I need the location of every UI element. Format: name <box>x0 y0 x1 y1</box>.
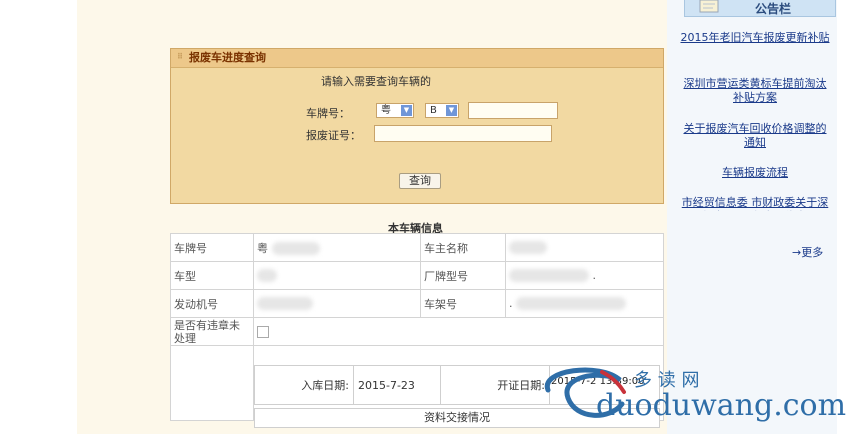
notebook-icon <box>699 0 719 13</box>
query-panel: ⠿ 报废车进度查询 请输入需要查询车辆的 车牌号： 粤 ▼ B ▼ 报废证号： … <box>170 48 664 204</box>
row-value <box>253 289 421 318</box>
row-value: . <box>505 289 664 318</box>
notice-banner: 公告栏 <box>684 0 836 17</box>
query-panel-title: 报废车进度查询 <box>189 51 266 64</box>
chevron-down-icon: ▼ <box>446 105 457 116</box>
table-row: 车型 厂牌型号 . <box>170 261 664 290</box>
news-link-5[interactable]: 市经贸信息委 市财政委关于深圳市2014年老旧汽车 <box>680 196 830 211</box>
row-value <box>253 261 421 290</box>
watermark-text: duoduwang.com <box>596 388 847 423</box>
chevron-down-icon: ▼ <box>401 105 412 116</box>
row-value: 粤 <box>253 233 421 262</box>
grip-icon: ⠿ <box>177 52 184 61</box>
row-label: 厂牌型号 <box>420 261 506 290</box>
query-panel-header: ⠿ 报废车进度查询 <box>171 49 663 68</box>
cert-date-label: 开证日期: <box>440 365 550 405</box>
table-row: 车牌号 粤 车主名称 <box>170 233 664 262</box>
news-link-1[interactable]: 2015年老旧汽车报废更新补贴 <box>680 31 830 45</box>
row-label <box>170 345 254 421</box>
row-value: . <box>505 261 664 290</box>
news-link-2[interactable]: 深圳市营运类黄标车提前淘汰补贴方案 <box>680 77 830 105</box>
row-value <box>505 233 664 262</box>
row-label: 车主名称 <box>420 233 506 262</box>
news-link-4[interactable]: 车辆报废流程 <box>680 166 830 180</box>
certificate-input[interactable] <box>374 125 552 142</box>
more-link[interactable]: →更多 <box>792 244 823 260</box>
table-row: 是否有违章未处理 <box>170 317 664 346</box>
province-select[interactable]: 粤 ▼ <box>376 103 414 118</box>
query-button-label: 查询 <box>409 174 431 187</box>
letter-select[interactable]: B ▼ <box>425 103 459 118</box>
row-label: 发动机号 <box>170 289 254 318</box>
province-value: 粤 <box>381 105 391 116</box>
row-label: 车型 <box>170 261 254 290</box>
violation-checkbox[interactable] <box>257 326 269 338</box>
plate-label: 车牌号： <box>306 107 350 120</box>
in-date-value: 2015-7-23 <box>353 365 441 405</box>
notice-banner-title: 公告栏 <box>755 2 792 16</box>
query-prompt: 请输入需要查询车辆的 <box>321 75 431 88</box>
news-link-3[interactable]: 关于报废汽车回收价格调整的通知 <box>680 122 830 150</box>
letter-value: B <box>430 105 437 116</box>
row-label: 车牌号 <box>170 233 254 262</box>
row-label: 车架号 <box>420 289 506 318</box>
row-value <box>253 317 664 346</box>
query-button[interactable]: 查询 <box>399 173 441 189</box>
certificate-label: 报废证号： <box>306 129 361 142</box>
plate-number-input[interactable] <box>468 102 558 119</box>
row-label: 是否有违章未处理 <box>170 317 254 346</box>
table-row: 发动机号 车架号 . <box>170 289 664 318</box>
in-date-label: 入库日期: <box>254 365 354 405</box>
